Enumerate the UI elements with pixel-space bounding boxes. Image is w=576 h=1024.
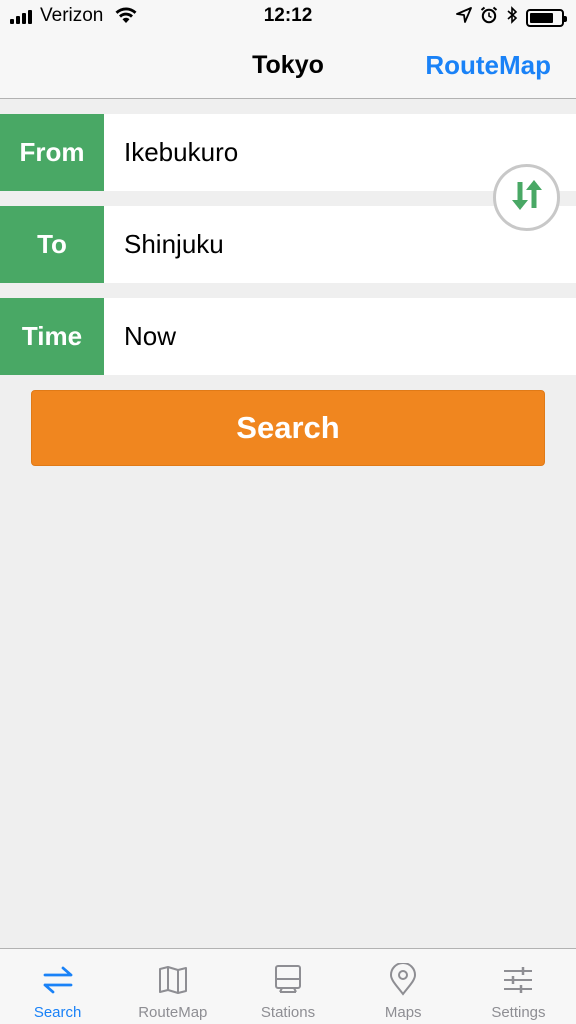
swap-arrows-icon — [510, 178, 544, 217]
to-station-field[interactable]: Shinjuku — [124, 229, 224, 260]
from-station-field[interactable]: Ikebukuro — [124, 137, 238, 168]
swap-stations-button[interactable] — [493, 164, 560, 231]
tab-label: Maps — [384, 1004, 422, 1021]
tab-stations[interactable]: Stations — [230, 949, 345, 1024]
to-row[interactable]: To Shinjuku — [0, 206, 576, 283]
station-board-icon — [271, 963, 305, 997]
tab-label: Stations — [260, 1004, 316, 1021]
search-button[interactable]: Search — [31, 390, 545, 466]
tab-label: Settings — [491, 1004, 546, 1021]
routemap-nav-button[interactable]: RouteMap — [425, 50, 551, 81]
folded-map-icon — [156, 963, 190, 997]
time-label: Time — [0, 298, 104, 375]
tab-maps[interactable]: Maps — [346, 949, 461, 1024]
tab-bar: Search RouteMap Stations Maps Settings — [0, 948, 576, 1024]
location-arrow-icon — [456, 7, 472, 29]
time-row[interactable]: Time Now — [0, 298, 576, 375]
status-right-group — [456, 6, 567, 30]
tab-label: RouteMap — [138, 1004, 208, 1021]
to-label: To — [0, 206, 104, 283]
location-pin-icon — [386, 962, 420, 997]
tab-search[interactable]: Search — [0, 949, 115, 1024]
from-row[interactable]: From Ikebukuro — [0, 114, 576, 191]
bluetooth-icon — [506, 6, 518, 30]
tab-label: Search — [33, 1004, 82, 1021]
tab-routemap[interactable]: RouteMap — [115, 949, 230, 1024]
tab-settings[interactable]: Settings — [461, 949, 576, 1024]
from-label: From — [0, 114, 104, 191]
status-bar: Verizon 12:12 — [0, 0, 576, 34]
battery-icon — [526, 9, 567, 27]
time-field[interactable]: Now — [124, 321, 176, 352]
battery-level — [530, 13, 553, 23]
swap-arrows-icon — [41, 963, 75, 997]
navigation-bar: Tokyo RouteMap — [0, 34, 576, 99]
alarm-clock-icon — [480, 6, 498, 30]
sliders-icon — [501, 963, 535, 997]
